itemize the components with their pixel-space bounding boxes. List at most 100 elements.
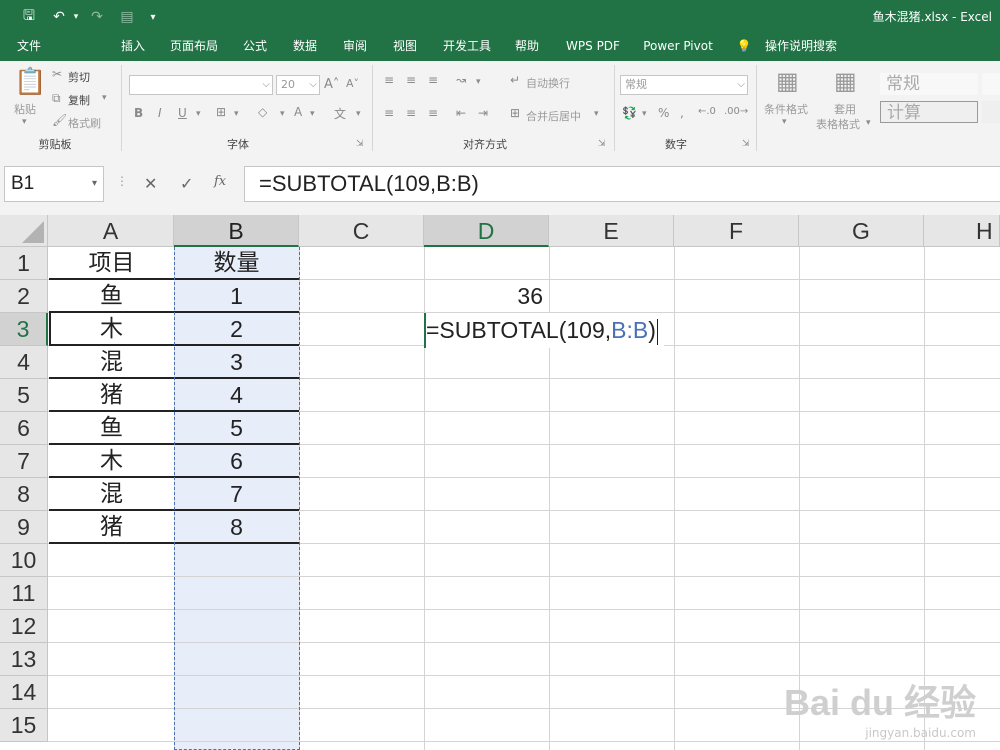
cell-a2[interactable]: 鱼 [49,280,174,313]
tell-me-search[interactable]: 操作说明搜索 [756,34,846,61]
font-size-combo[interactable]: 20 ⌵ [276,75,320,95]
row-header-4[interactable]: 4 [0,346,48,379]
copy-button[interactable]: 复制 [68,92,90,108]
tab-insert[interactable]: 插入 [114,34,152,61]
dialog-launcher-icon[interactable]: ⇲ [742,139,750,149]
cell-b8[interactable]: 7 [174,478,299,511]
select-all-corner[interactable] [0,215,48,247]
cell-b6[interactable]: 5 [174,412,299,445]
table-format-dropdown-icon[interactable]: ▾ [866,118,871,128]
merge-dropdown-icon[interactable]: ▾ [594,109,599,119]
decrease-decimal-icon[interactable]: .00→ [724,106,748,117]
merge-center-button[interactable]: 合并后居中 [526,108,581,124]
table-format-icon[interactable]: ▦ [834,67,857,95]
top-align-icon[interactable]: ≡ [384,73,394,87]
column-header-g[interactable]: G [799,215,924,247]
underline-icon[interactable]: U [178,106,187,120]
cell-b9[interactable]: 8 [174,511,299,544]
format-painter-button[interactable]: 格式刷 [68,115,101,131]
row-header-9[interactable]: 9 [0,511,48,544]
table-format-button-line2[interactable]: 表格格式 [816,116,860,132]
cell-b3[interactable]: 2 [174,313,299,346]
orientation-dropdown-icon[interactable]: ▾ [476,77,481,87]
dialog-launcher-icon[interactable]: ⇲ [598,139,606,149]
italic-icon[interactable]: I [158,106,162,120]
enter-icon[interactable]: ✓ [180,174,193,193]
row-header-14[interactable]: 14 [0,676,48,709]
font-color-dropdown-icon[interactable]: ▾ [310,109,315,119]
tab-help[interactable]: 帮助 [508,34,546,61]
cell-a8[interactable]: 混 [49,478,174,511]
column-header-b[interactable]: B [174,215,299,247]
tab-data[interactable]: 数据 [286,34,324,61]
tab-review[interactable]: 审阅 [336,34,374,61]
column-header-h[interactable]: H [924,215,1000,247]
underline-dropdown-icon[interactable]: ▾ [196,109,201,119]
row-header-13[interactable]: 13 [0,643,48,676]
column-header-a[interactable]: A [48,215,174,247]
cancel-icon[interactable]: ✕ [144,174,157,193]
fill-color-icon[interactable]: ◇ [258,105,267,119]
form-icon[interactable]: ▤ [116,6,138,28]
currency-icon[interactable]: 💱 [622,106,637,120]
tab-wps-pdf[interactable]: WPS PDF [558,34,628,61]
row-header-3[interactable]: 3 [0,313,48,346]
row-header-7[interactable]: 7 [0,445,48,478]
cell-a7[interactable]: 木 [49,445,174,478]
row-header-5[interactable]: 5 [0,379,48,412]
cell-b5[interactable]: 4 [174,379,299,412]
tab-page-layout[interactable]: 页面布局 [162,34,226,61]
tab-formulas[interactable]: 公式 [236,34,274,61]
cell-style-more[interactable] [982,73,1000,95]
formula-input[interactable]: =SUBTOTAL(109,B:B) [244,166,1000,202]
row-header-15[interactable]: 15 [0,709,48,742]
column-header-e[interactable]: E [549,215,674,247]
conditional-format-icon[interactable]: ▦ [776,67,799,95]
font-name-combo[interactable]: ⌵ [129,75,273,95]
row-header-11[interactable]: 11 [0,577,48,610]
conditional-format-button[interactable]: 条件格式 [764,101,808,117]
comma-icon[interactable]: , [680,106,684,120]
cell-a6[interactable]: 鱼 [49,412,174,445]
cut-icon[interactable]: ✂ [52,67,62,81]
phonetic-dropdown-icon[interactable]: ▾ [356,109,361,119]
name-box[interactable]: B1 ▾ [4,166,104,202]
dialog-launcher-icon[interactable]: ⇲ [356,139,364,149]
tab-view[interactable]: 视图 [386,34,424,61]
cell-b4[interactable]: 3 [174,346,299,379]
increase-indent-icon[interactable]: ⇥ [478,106,488,120]
bold-icon[interactable]: B [134,106,143,120]
tab-power-pivot[interactable]: Power Pivot [636,34,720,61]
cell-d3-editor[interactable]: =SUBTOTAL(109,B:B) [426,313,664,348]
row-header-8[interactable]: 8 [0,478,48,511]
copy-icon[interactable]: ⧉ [52,91,61,106]
increase-decimal-icon[interactable]: ←.0 [698,106,716,117]
redo-icon[interactable]: ↷ [86,6,108,28]
column-header-d[interactable]: D [424,215,549,247]
undo-dropdown-icon[interactable]: ▾ [70,6,82,28]
cell-d2[interactable]: 36 [424,280,549,313]
border-icon[interactable]: ⊞ [216,105,226,119]
save-icon[interactable]: 🖫 [18,6,40,28]
cell-style-more-2[interactable] [982,101,1000,123]
cell-style-normal[interactable]: 常规 [880,73,978,95]
cell-a9[interactable]: 猪 [49,511,174,544]
align-left-icon[interactable]: ≡ [384,106,394,120]
percent-icon[interactable]: % [658,106,669,120]
decrease-font-icon[interactable]: A˅ [346,77,359,90]
middle-align-icon[interactable]: ≡ [406,73,416,87]
cell-style-calc[interactable]: 计算 [880,101,978,123]
paste-icon[interactable]: 📋 [14,67,46,97]
cell-a3[interactable]: 木 [49,313,174,346]
decrease-indent-icon[interactable]: ⇤ [456,106,466,120]
customize-qat-icon[interactable]: ▾ [146,6,160,28]
cell-b7[interactable]: 6 [174,445,299,478]
wrap-text-icon[interactable]: ↵ [510,73,520,87]
row-header-10[interactable]: 10 [0,544,48,577]
table-format-button-line1[interactable]: 套用 [834,101,856,117]
undo-icon[interactable]: ↶ [48,6,70,28]
tab-developer[interactable]: 开发工具 [436,34,498,61]
align-center-icon[interactable]: ≡ [406,106,416,120]
cell-a1[interactable]: 项目 [49,247,174,280]
tab-file[interactable]: 文件 [8,34,50,61]
